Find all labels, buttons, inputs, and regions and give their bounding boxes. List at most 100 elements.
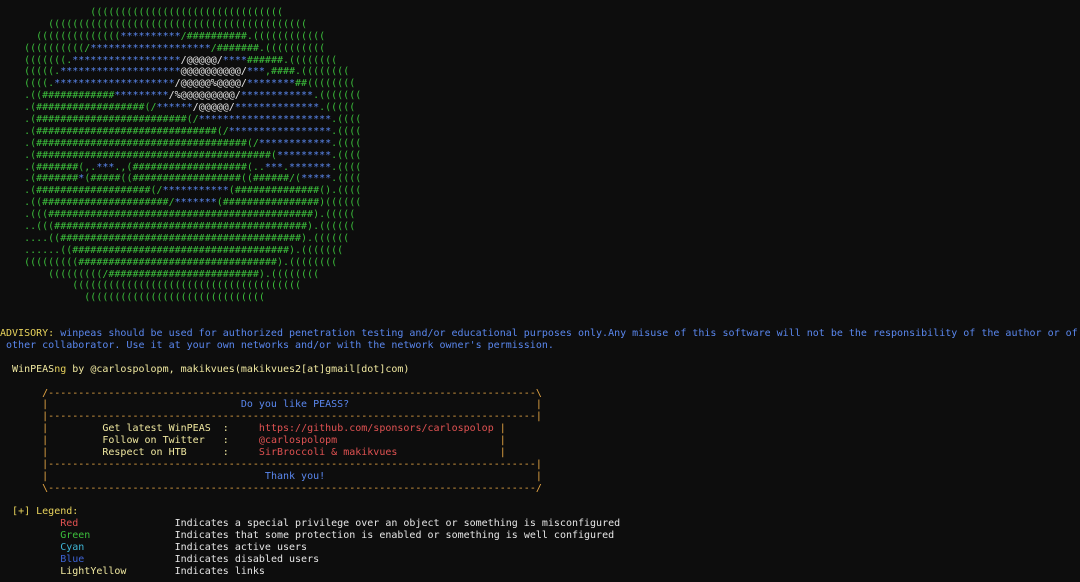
ascii-art-line: ((((((((((((((((((((((((((((((((((((((((…	[0, 19, 1080, 31]
ascii-art-segment: ***	[264, 161, 283, 173]
ascii-art-segment: *******	[289, 161, 332, 173]
ascii-art-segment: (((((.	[0, 66, 61, 78]
legend-description: Indicates a special privilege over an ob…	[174, 518, 621, 530]
ascii-art-segment: .((((	[331, 149, 362, 161]
ascii-art-line: ......((################################…	[0, 245, 1080, 257]
box-sep-2: |---------------------------------------…	[0, 459, 1080, 471]
ascii-art-segment: .(#########################(/	[0, 114, 199, 126]
ascii-art-segment: .((((	[331, 161, 362, 173]
ascii-art-segment: .((((	[331, 173, 362, 185]
peass-box: /---------------------------------------…	[0, 388, 1080, 495]
box-bottom: \---------------------------------------…	[0, 483, 1080, 495]
terminal-window: (((((((((((((((((((((((((((((((( (((((((…	[0, 0, 1080, 582]
advisory-label: ADVISORY:	[0, 328, 55, 340]
ascii-art-segment: .(((####################################…	[0, 209, 356, 221]
ascii-art-segment: ((((((((((/	[0, 42, 91, 54]
ascii-art-line: (((((((((###############################…	[0, 257, 1080, 269]
ascii-art-segment: .(#######(,.	[0, 161, 97, 173]
box-row-1: | Get latest WinPEAS : https://github.co…	[0, 423, 506, 435]
legend-description: Indicates links	[174, 565, 265, 577]
legend-item: Cyan Indicates active users	[0, 542, 1080, 554]
ascii-art-line: ((((((((((((((((((((((((((((((((	[0, 7, 1080, 19]
ascii-art-segment: ***********	[162, 185, 229, 197]
box-row-2: | Follow on Twitter : @carlospolopm |	[0, 435, 506, 447]
ascii-art-line: .(##############################(/******…	[0, 126, 1080, 138]
ascii-art-segment: /@@@@@%@@@@/	[174, 78, 247, 90]
box-bottom-border: \---------------------------------------…	[42, 482, 542, 494]
legend-description: Indicates active users	[174, 542, 308, 554]
ascii-art-segment: .(##############################(/	[0, 125, 229, 137]
ascii-art-segment: ****	[222, 54, 247, 66]
ascii-art-segment: ********************	[90, 42, 211, 54]
ascii-art-line: .(###################################(/*…	[0, 138, 1080, 150]
box-row-link[interactable]: https://github.com/sponsors/carlospolop	[259, 423, 494, 434]
ascii-art-segment: @@@@@@@@@@/	[180, 66, 247, 78]
legend-color-name: Cyan	[60, 542, 85, 554]
ascii-art-segment: /@@@@@/	[192, 102, 235, 114]
ascii-art-segment: *********	[276, 149, 332, 161]
ascii-art-line: .((############*********/%@@@@@@@@@/****…	[0, 90, 1080, 102]
legend-description: Indicates that some protection is enable…	[174, 530, 615, 542]
legend-title: [+] Legend:	[12, 506, 79, 518]
ascii-art-segment: ..(((###################################…	[0, 221, 356, 233]
ascii-art-line: (((((((.******************/@@@@@/****###…	[0, 55, 1080, 67]
box-row-label: Get latest WinPEAS	[102, 423, 211, 435]
ascii-art-segment: .(((((	[319, 102, 356, 114]
ascii-art-line: .(((####################################…	[0, 209, 1080, 221]
ascii-art-segment: (#####((##################((######/(	[84, 173, 302, 185]
box-row-value: @carlospolopm	[258, 435, 338, 447]
box-sep-1: |---------------------------------------…	[0, 411, 1080, 423]
ascii-art-segment: .(((((((	[313, 90, 362, 102]
box-top: /---------------------------------------…	[0, 388, 1080, 400]
advisory-line-2: other collaborator. Use it at your own n…	[0, 339, 554, 351]
ascii-art-segment: (((((((((###############################…	[0, 256, 338, 268]
ascii-art-segment: ((((((((((((((((((((((((((((((((	[0, 7, 283, 18]
ascii-art-segment: ***	[246, 66, 265, 78]
legend-item: LightYellow Indicates links	[0, 566, 1080, 578]
ascii-art-segment: *****	[301, 173, 332, 185]
ascii-art-line: .(#########################(/***********…	[0, 114, 1080, 126]
ascii-art-segment: *********	[114, 90, 169, 102]
ascii-art-segment: .(######################################…	[0, 149, 277, 161]
box-sep-border: |---------------------------------------…	[42, 411, 542, 423]
ascii-art-segment: .(#######	[0, 173, 79, 185]
ascii-art-segment: ************	[258, 137, 332, 149]
box-sep-border: |---------------------------------------…	[42, 458, 542, 470]
ascii-art-line: .(######################################…	[0, 150, 1080, 162]
credits-name-suffix: ng	[54, 363, 67, 375]
ascii-art-segment: **********	[120, 30, 181, 42]
ascii-art-segment: ,####.((((((((	[264, 66, 350, 78]
ascii-art-segment: *******	[174, 197, 217, 209]
ascii-art-segment: .(###################(/	[0, 185, 163, 197]
ascii-art-segment: ******************	[72, 54, 181, 66]
ascii-art-segment: **********************	[198, 114, 332, 126]
box-row-label: Follow on Twitter	[102, 435, 205, 447]
ascii-art-line: ((((((((((((((**********/##########.((((…	[0, 31, 1080, 43]
ascii-art-segment: .((((	[331, 137, 362, 149]
ascii-art-segment: ***	[96, 161, 115, 173]
ascii-art-segment: ((((.	[0, 78, 55, 90]
ascii-art-segment: **************	[234, 102, 320, 114]
legend-list: Red Indicates a special privilege over a…	[0, 518, 1080, 577]
box-thanks-row: | Thank you! |	[0, 470, 542, 482]
ascii-art-line: ....((##################################…	[0, 233, 1080, 245]
ascii-art-segment: /%@@@@@@@@@/	[168, 90, 241, 102]
ascii-art-segment: /##########.((((((((((((	[180, 30, 326, 42]
legend-item: Red Indicates a special privilege over a…	[0, 518, 1080, 530]
credits-line: WinPEASng by @carlospolopm, makikvues(ma…	[0, 364, 1080, 376]
ascii-art-segment: ((((((((((((((	[0, 30, 121, 42]
ascii-art-segment: ......((################################…	[0, 244, 344, 256]
ascii-art-segment: .((((	[331, 114, 362, 126]
ascii-art-segment: (##############().((((	[228, 185, 362, 197]
ascii-art-line: .(##################(/******/@@@@@/*****…	[0, 102, 1080, 114]
ascii-art-line: ..(((###################################…	[0, 221, 1080, 233]
ascii-art-line: .(#######(,.***.,(###################(..…	[0, 162, 1080, 174]
ascii-art-logo: (((((((((((((((((((((((((((((((( (((((((…	[0, 7, 1080, 304]
ascii-art-line: ((((.********************/@@@@@%@@@@/***…	[0, 78, 1080, 90]
advisory-text: winpeas should be used for authorized pe…	[54, 328, 1080, 340]
